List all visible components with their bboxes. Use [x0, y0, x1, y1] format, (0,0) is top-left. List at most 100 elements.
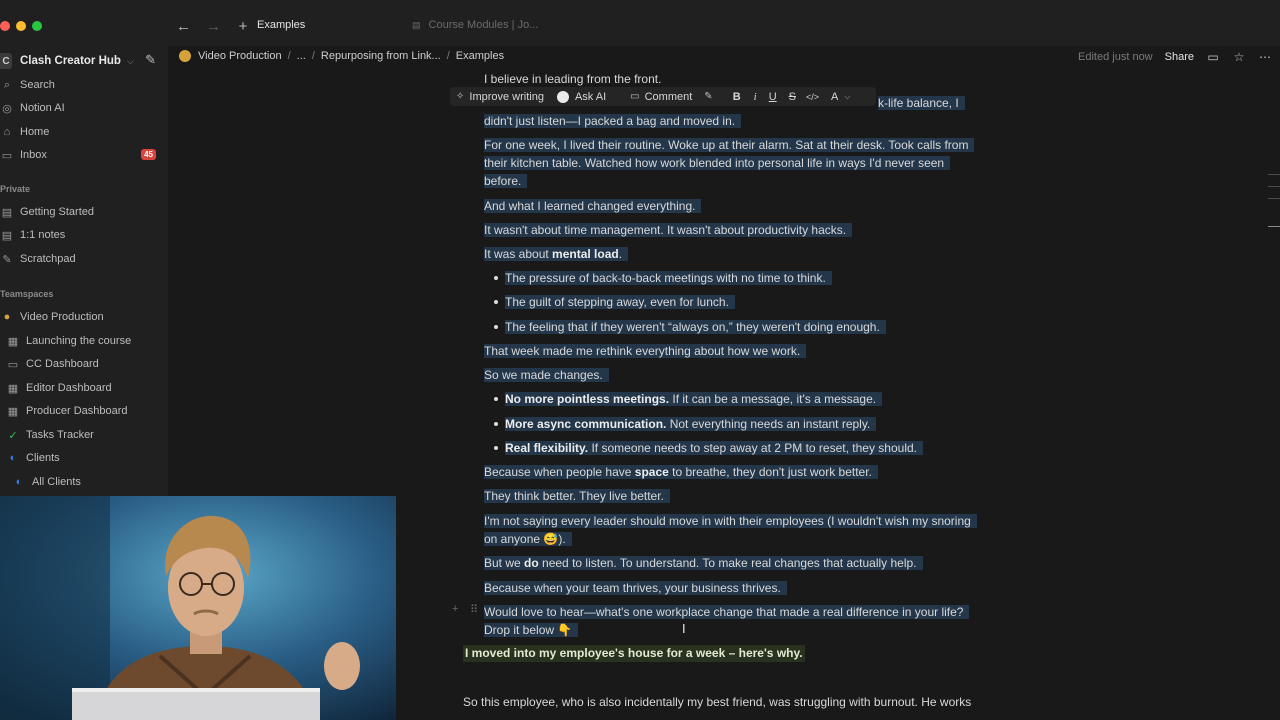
teamspaces-section-label[interactable]: Teamspaces — [0, 289, 53, 299]
sidebar-item-1-1-notes[interactable]: ▤ 1:1 notes — [0, 224, 168, 246]
text-block[interactable]: For one week, I lived their routine. Wok… — [484, 136, 975, 154]
sidebar-item-launching-the-course[interactable]: ▦ Launching the course — [0, 330, 168, 352]
star-icon[interactable]: ☆ — [1232, 50, 1246, 64]
text-block[interactable]: k-life balance, I — [878, 94, 965, 112]
line-text: Because when people have — [484, 465, 635, 479]
improve-writing-button[interactable]: ✧ Improve writing — [456, 91, 544, 103]
line-text: For one week, I lived their routine. Wok… — [484, 138, 969, 152]
private-section-label[interactable]: Private — [0, 184, 30, 194]
sidebar-item-cc-dashboard[interactable]: ▭ CC Dashboard — [0, 353, 168, 375]
zoom-window-button[interactable] — [32, 21, 42, 31]
strikethrough-button[interactable]: S — [789, 91, 796, 103]
back-arrow-icon[interactable]: ← — [176, 18, 191, 35]
teamspace-icon: ● — [3, 311, 11, 323]
breadcrumb-examples[interactable]: Examples — [456, 50, 504, 62]
text-block[interactable]: didn't just listen—I packed a bag and mo… — [484, 112, 742, 130]
text-block[interactable]: Drop it below 👇 — [484, 621, 579, 639]
sidebar-item-producer-dashboard[interactable]: ▦ Producer Dashboard — [0, 400, 168, 422]
sidebar-item-search[interactable]: ⌕ Search — [0, 74, 168, 96]
list-item[interactable]: The pressure of back-to-back meetings wi… — [505, 269, 832, 287]
table-icon: ▦ — [7, 382, 19, 395]
webcam-overlay — [0, 496, 396, 720]
sidebar-item-scratchpad[interactable]: ✎ Scratchpad — [0, 248, 168, 270]
sidebar-item-getting-started[interactable]: ▤ Getting Started — [0, 201, 168, 223]
breadcrumb-ellipsis[interactable]: ... — [297, 50, 306, 62]
text-block[interactable]: on anyone 😅). — [484, 530, 572, 548]
text-block[interactable]: They think better. They live better. — [484, 487, 670, 505]
text-block[interactable]: It wasn't about time management. It wasn… — [484, 221, 853, 239]
selected-text: I'm not saying every leader should move … — [484, 514, 977, 528]
breadcrumb-video-production[interactable]: Video Production — [198, 50, 282, 62]
breadcrumb-repurposing[interactable]: Repurposing from Link... — [321, 50, 441, 62]
text-block[interactable]: I'm not saying every leader should move … — [484, 512, 977, 530]
tab-course-modules[interactable]: ▤ Course Modules | Jo... — [412, 19, 538, 31]
bullet-point — [494, 300, 498, 304]
text-block[interactable]: It was about mental load. — [484, 245, 629, 263]
sidebar-item-inbox[interactable]: ▭ Inbox 45 — [0, 144, 168, 166]
selected-text: Real flexibility. If someone needs to st… — [505, 441, 923, 455]
ask-ai-button[interactable]: Ask AI — [556, 90, 606, 103]
comment-button[interactable]: ▭ Comment — [630, 91, 692, 103]
list-item[interactable]: The feeling that if they weren't “always… — [505, 318, 886, 336]
green-highlighted-heading: I moved into my employee's house for a w… — [463, 645, 805, 662]
workspace-switcher[interactable]: C Clash Creator Hub ⌵ ✎ — [0, 50, 168, 72]
sidebar-item-label: Launching the course — [26, 335, 132, 347]
bold-text: mental load — [552, 247, 619, 261]
underline-button[interactable]: U — [769, 91, 777, 103]
sidebar-item-notion-ai[interactable]: ◎ Notion AI — [0, 97, 168, 119]
code-button[interactable]: </> — [806, 92, 819, 102]
line-text: their kitchen table. Watched how work bl… — [484, 156, 945, 170]
sidebar-item-all-clients[interactable]: ◐ All Clients — [0, 471, 168, 493]
add-block-icon[interactable]: + — [452, 603, 458, 615]
tab-examples[interactable]: Examples — [257, 19, 305, 31]
list-item[interactable]: More async communication. Not everything… — [505, 415, 877, 433]
sidebar-item-tasks-tracker[interactable]: ✓ Tasks Tracker — [0, 424, 168, 446]
workspace-icon: C — [0, 53, 12, 69]
breadcrumb: Video Production / ... / Repurposing fro… — [179, 50, 504, 62]
close-window-button[interactable] — [0, 21, 10, 31]
improve-writing-label: Improve writing — [469, 90, 544, 103]
breadcrumb-separator: / — [446, 50, 450, 62]
sidebar-item-clients[interactable]: ◐ Clients — [0, 447, 168, 469]
chevron-down-icon[interactable]: ⌵ — [844, 92, 850, 102]
list-item[interactable]: Real flexibility. If someone needs to st… — [505, 439, 923, 457]
text-block[interactable]: Because when your team thrives, your bus… — [484, 579, 787, 597]
list-item[interactable]: The guilt of stepping away, even for lun… — [505, 293, 735, 311]
text-color-button[interactable]: A — [831, 91, 838, 103]
sidebar-item-label: Home — [20, 126, 50, 138]
bullet-point — [494, 276, 498, 280]
bold-text: No more pointless meetings. — [505, 392, 670, 406]
edited-status: Edited just now — [1078, 51, 1153, 63]
text-block[interactable]: But we do need to listen. To understand.… — [484, 554, 923, 572]
drag-handle-icon[interactable]: ⠿ — [470, 603, 478, 616]
text-block[interactable]: And what I learned changed everything. — [484, 197, 702, 215]
bullet-point — [494, 446, 498, 450]
edit-icon[interactable]: ✎ — [704, 91, 712, 102]
italic-button[interactable]: i — [754, 91, 757, 103]
line-text: If it can be a message, it's a message. — [669, 392, 877, 406]
list-item[interactable]: No more pointless meetings. If it can be… — [505, 390, 883, 408]
text-block[interactable]: So we made changes. — [484, 366, 609, 384]
share-button[interactable]: Share — [1165, 51, 1194, 63]
text-block[interactable]: I believe in leading from the front. — [484, 70, 661, 88]
selected-text: The pressure of back-to-back meetings wi… — [505, 271, 832, 285]
minimize-window-button[interactable] — [16, 21, 26, 31]
sidebar-item-home[interactable]: ⌂ Home — [0, 121, 168, 143]
text-block[interactable]: their kitchen table. Watched how work bl… — [484, 154, 951, 172]
more-icon[interactable]: ⋯ — [1258, 50, 1272, 64]
comment-icon[interactable]: ▭ — [1206, 50, 1220, 64]
selected-text: k-life balance, I — [878, 96, 965, 110]
pencil-icon: ✎ — [2, 253, 12, 266]
bold-button[interactable]: B — [733, 91, 741, 103]
new-page-icon[interactable]: ✎ — [145, 52, 156, 68]
sidebar-item-label: Editor Dashboard — [26, 382, 112, 394]
line-text: didn't just listen—I packed a bag and mo… — [484, 114, 736, 128]
text-block[interactable]: Would love to hear—what's one workplace … — [484, 603, 970, 621]
sidebar-item-editor-dashboard[interactable]: ▦ Editor Dashboard — [0, 377, 168, 399]
forward-arrow-icon[interactable]: → — [206, 18, 221, 35]
sidebar-item-video-production[interactable]: ● Video Production — [0, 306, 168, 328]
text-block[interactable]: That week made me rethink everything abo… — [484, 342, 807, 360]
text-block[interactable]: Because when people have space to breath… — [484, 463, 878, 481]
text-block[interactable]: before. — [484, 172, 528, 190]
new-tab-plus-icon[interactable]: + — [236, 18, 250, 35]
